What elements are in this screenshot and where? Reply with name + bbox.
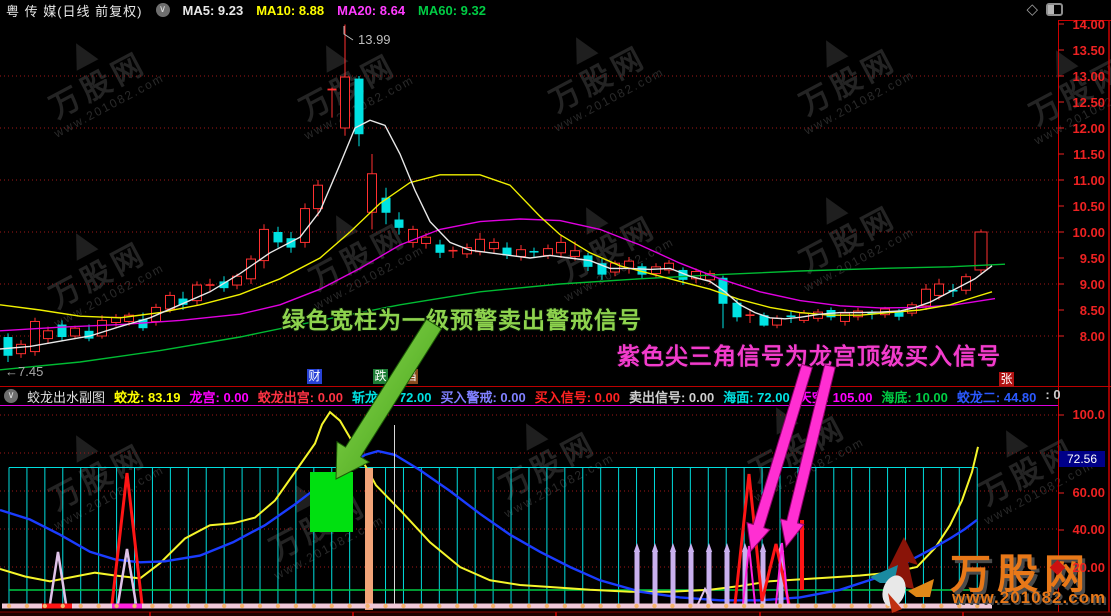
indicator-axis-label: 60.00 (1062, 485, 1105, 500)
logo-url: www.201082.com (952, 588, 1106, 608)
price-axis-label: 14.00 (1062, 17, 1105, 32)
indicator-field: 蛟龙: 83.19 (114, 388, 180, 404)
green-annotation-text: 绿色宽柱为一级预警卖出警戒信号 (282, 301, 642, 335)
window-controls: ◇ (1026, 2, 1063, 17)
current-value-box: 72.56 (1059, 451, 1105, 467)
price-axis-label: 8.50 (1062, 303, 1105, 318)
indicator-field: 斩龙剑: 72.00 (352, 388, 431, 404)
indicator-name: 蛟龙出水副图 (27, 388, 105, 404)
indicator-field: : 0.00 (1045, 388, 1060, 404)
top-info-bar: 粤 传 媒(日线 前复权) ∨ MA5: 9.23 MA10: 8.88 MA20:… (0, 0, 1056, 20)
indicator-field: 买入警戒: 0.00 (440, 388, 525, 404)
low-price-label: ←7.45 (5, 364, 43, 379)
price-axis-label: 11.50 (1062, 147, 1105, 162)
chevron-down-icon[interactable]: ∨ (4, 389, 18, 403)
indicator-field: 海面: 72.00 (723, 388, 789, 404)
indicator-field: 买入信号: 0.00 (535, 388, 620, 404)
price-axis-label: 10.00 (1062, 225, 1105, 240)
badge-finance[interactable]: 财 (307, 369, 322, 384)
indicator-field: 卖出信号: 0.00 (629, 388, 714, 404)
price-axis-label: 8.00 (1062, 329, 1105, 344)
pinwheel-logo-icon (868, 531, 948, 616)
badge-level[interactable]: 档 (403, 369, 418, 384)
indicator-field: 海底: 10.00 (881, 388, 947, 404)
price-axis-label: 12.00 (1062, 121, 1105, 136)
ma-value: MA10: 8.88 (256, 3, 324, 18)
ma-value: MA5: 9.23 (183, 3, 244, 18)
split-window-icon[interactable] (1046, 3, 1063, 16)
indicator-field: 龙宫: 0.00 (190, 388, 249, 404)
price-axis-label: 11.00 (1062, 173, 1105, 188)
magenta-annotation-text: 紫色尖三角信号为龙宫顶级买入信号 (617, 337, 1001, 371)
price-axis-label: 12.50 (1062, 95, 1105, 110)
indicator-axis-label: 100.0 (1062, 407, 1105, 422)
high-price-label: 13.99 (358, 32, 391, 47)
indicator-field: 蛟龙二: 44.80 (957, 388, 1036, 404)
badge-decline[interactable]: 跌 (373, 369, 388, 384)
app-window: ▲万股网www.201082.com▲万股网www.201082.com▲万股网… (0, 0, 1111, 616)
diamond-icon[interactable]: ◇ (1026, 2, 1038, 17)
indicator-field: 蛟龙出宫: 0.00 (258, 388, 343, 404)
indicator-bar: ∨ 蛟龙出水副图 蛟龙: 83.19 龙宫: 0.00 蛟龙出宫: 0.00 斩龙剑:… (0, 388, 1060, 404)
indicator-field: 天空: 105.00 (799, 388, 873, 404)
ma-values: MA5: 9.23 MA10: 8.88 MA20: 8.64 MA60: 9.32 (183, 3, 486, 18)
indicator-axis-label: 20.00 (1062, 560, 1105, 575)
indicator-axis-label: 40.00 (1062, 522, 1105, 537)
ma-value: MA20: 8.64 (337, 3, 405, 18)
price-axis-label: 13.50 (1062, 43, 1105, 58)
price-axis-label: 9.50 (1062, 251, 1105, 266)
site-logo: 万股网 www.201082.com (868, 531, 948, 616)
ma-value: MA60: 9.32 (418, 3, 486, 18)
price-axis-label: 13.00 (1062, 69, 1105, 84)
price-axis-label: 9.00 (1062, 277, 1105, 292)
chevron-down-icon[interactable]: ∨ (156, 3, 170, 17)
price-axis-label: 10.50 (1062, 199, 1105, 214)
stock-title: 粤 传 媒(日线 前复权) (6, 1, 143, 20)
badge-rise[interactable]: 张 (999, 372, 1014, 387)
indicator-values: 蛟龙: 83.19 龙宫: 0.00 蛟龙出宫: 0.00 斩龙剑: 72.00 买入警… (114, 388, 1060, 404)
